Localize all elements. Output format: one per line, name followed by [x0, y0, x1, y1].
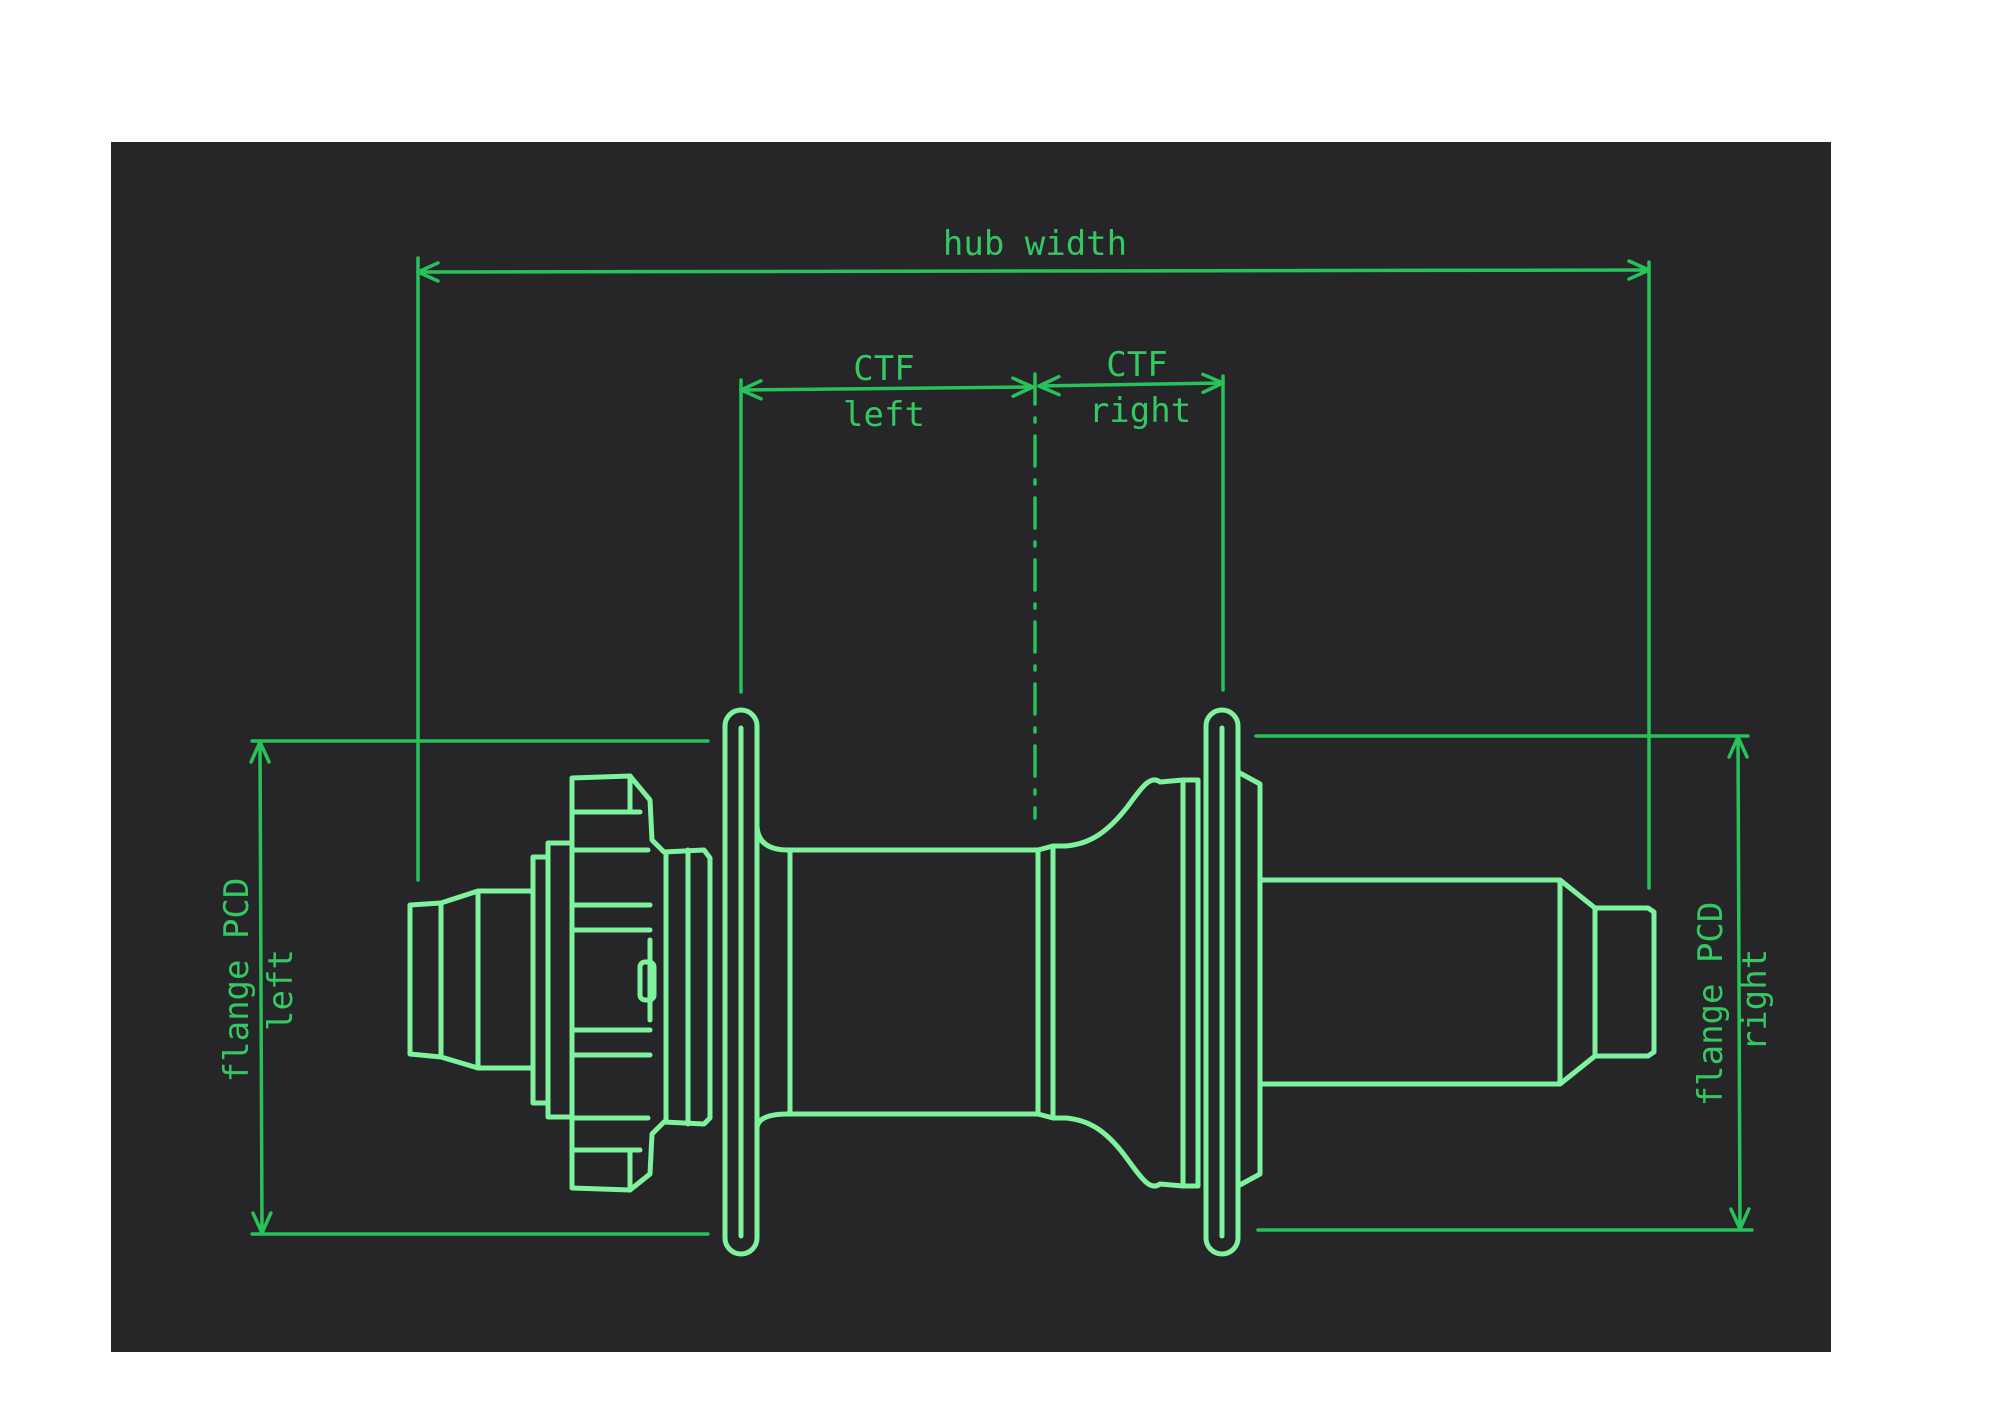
diagram-panel [111, 142, 1831, 1352]
label-ctf-right-line1: CTF [1106, 345, 1167, 385]
label-ctf-left-line2: left [843, 395, 925, 435]
label-ctf-left-line1: CTF [853, 349, 914, 389]
label-ctf-right-line2: right [1089, 391, 1191, 431]
label-flange-pcd-right-line1: flange PCD [1691, 902, 1731, 1107]
hub-dimension-diagram: hub width CTF left CTF right flange PCD … [111, 142, 1831, 1352]
label-flange-pcd-left-line2: left [261, 949, 301, 1031]
label-hub-width: hub width [943, 224, 1127, 264]
label-flange-pcd-right-line2: right [1735, 949, 1775, 1051]
label-flange-pcd-left-line1: flange PCD [217, 878, 257, 1083]
